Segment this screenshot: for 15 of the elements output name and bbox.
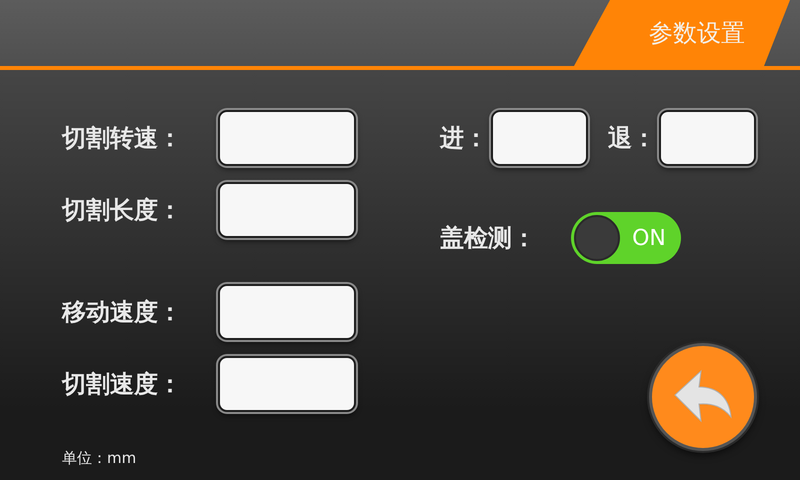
input-field[interactable] (218, 110, 356, 166)
field-label: 切割长度： (62, 195, 183, 226)
toggle-switch[interactable]: ON (571, 212, 681, 264)
input-field[interactable] (491, 110, 588, 166)
field-label: 进： (440, 123, 488, 154)
input-field[interactable] (218, 284, 356, 340)
field-label: 移动速度： (62, 297, 183, 328)
field-label: 切割转速： (62, 123, 183, 154)
toggle-label: 盖检测： (440, 223, 537, 254)
input-field[interactable] (218, 182, 356, 238)
input-field[interactable] (659, 110, 756, 166)
field-label: 退： (608, 123, 656, 154)
field-label: 切割速度： (62, 369, 183, 400)
unit-note: 单位：mm (62, 449, 136, 468)
input-field[interactable] (218, 356, 356, 412)
